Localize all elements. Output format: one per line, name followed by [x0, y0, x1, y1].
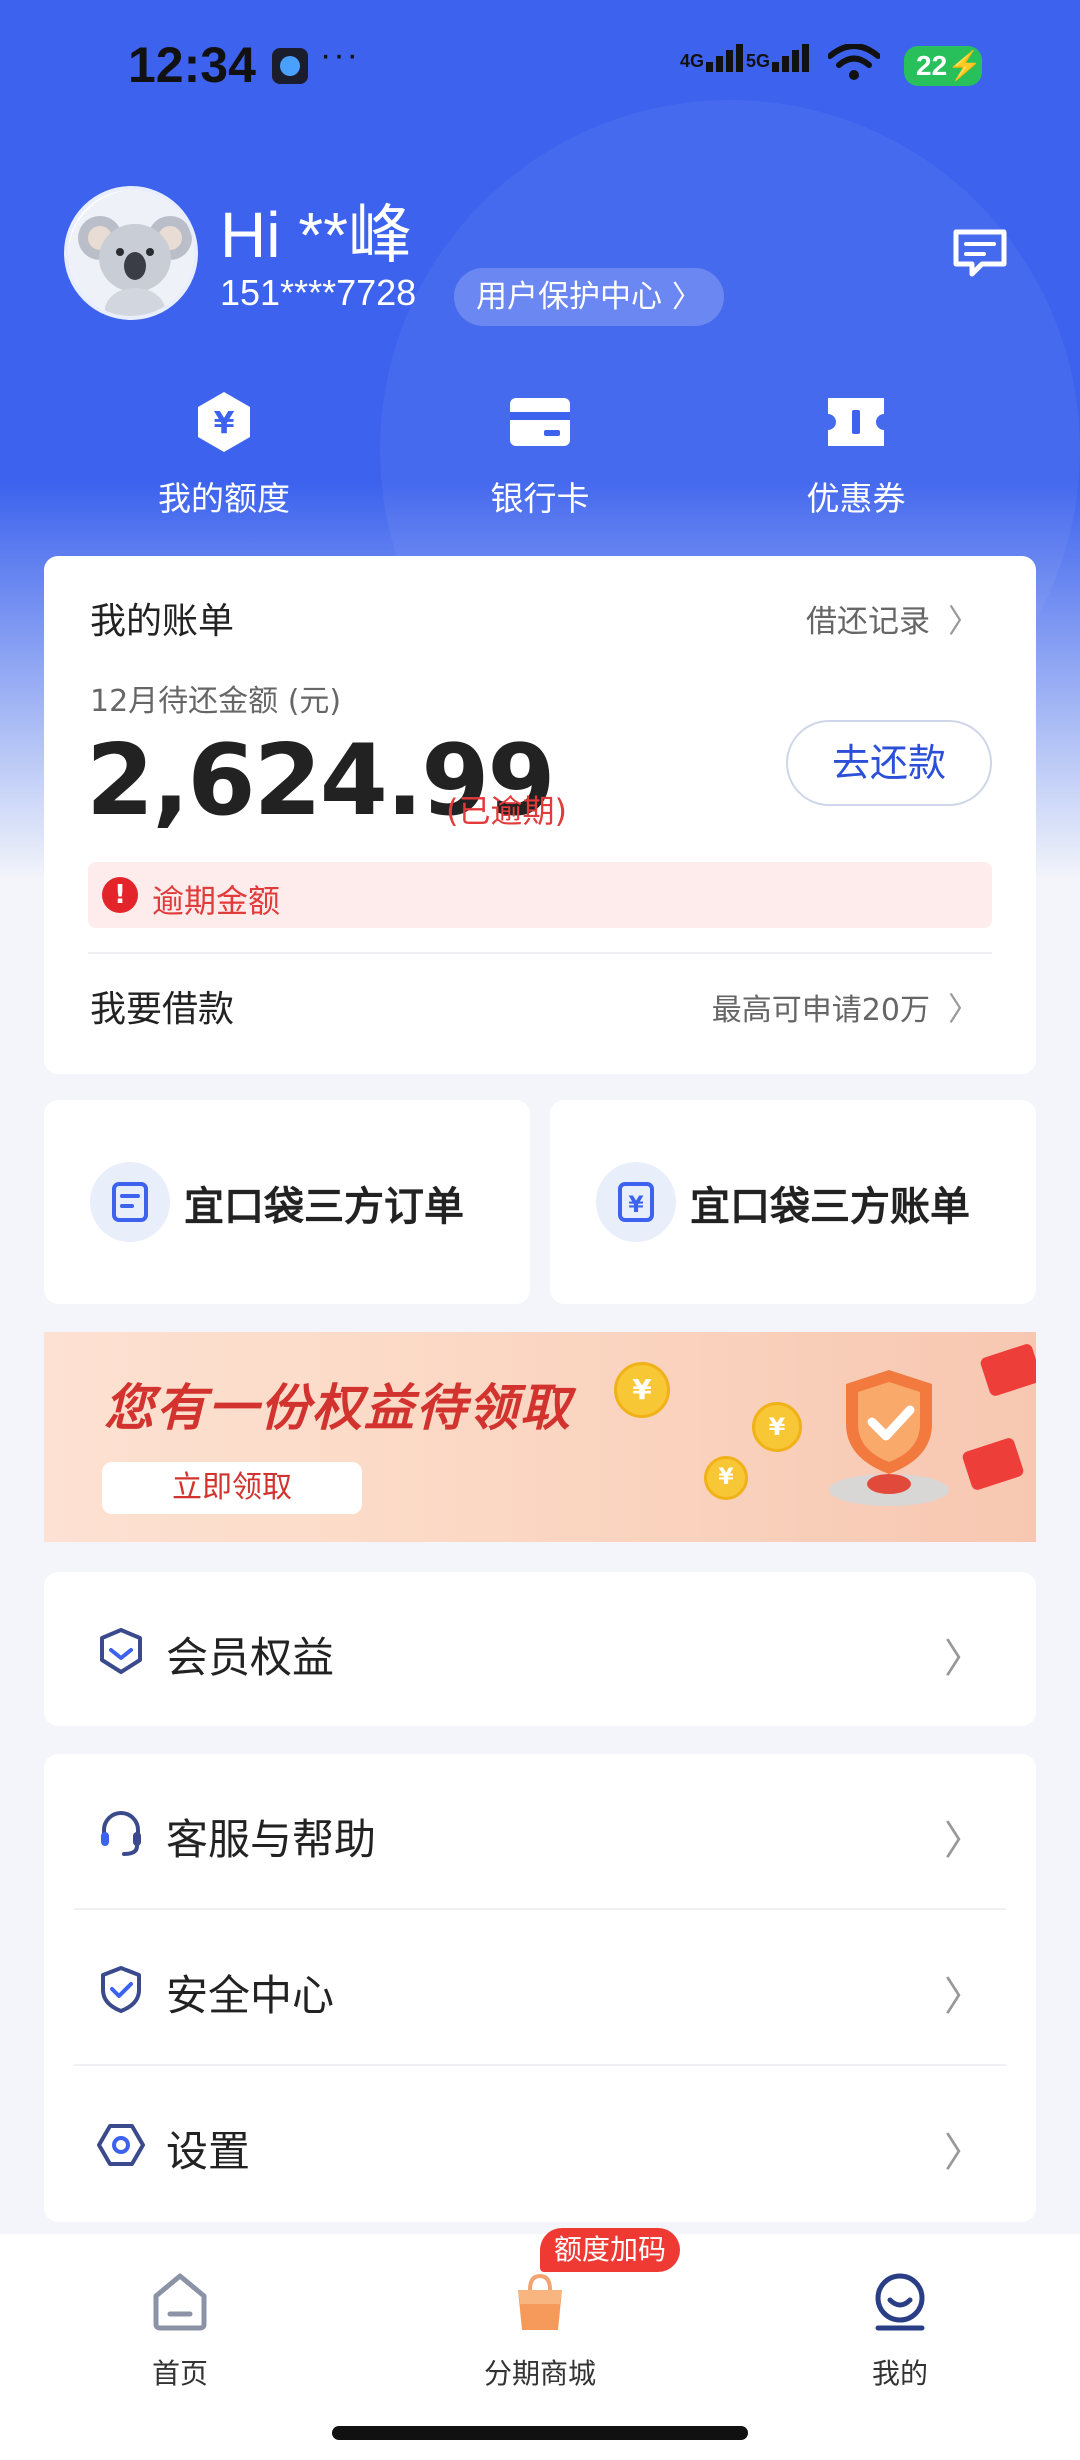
battery-level: 22 — [916, 50, 948, 81]
menu-item-membership[interactable]: 会员权益 〉 — [44, 1572, 1036, 1728]
protection-center-label: 用户保护中心 — [476, 279, 662, 315]
repay-button[interactable]: 去还款 — [786, 720, 992, 806]
promo-badge: 额度加码 — [540, 2228, 681, 2272]
settings-menu-card: 客服与帮助 〉 安全中心 〉 设置 〉 — [44, 1754, 1036, 2222]
alert-icon: ! — [102, 877, 138, 913]
network-type-label: 4G — [680, 51, 705, 71]
third-party-orders-card[interactable]: 宜口袋三方订单 — [44, 1100, 530, 1304]
profile-icon — [875, 2273, 925, 2331]
shield-gift-icon — [829, 1370, 949, 1506]
bank-card-icon — [510, 398, 570, 446]
overdue-status: (已逾期) — [446, 792, 567, 830]
menu-item-support[interactable]: 客服与帮助 〉 — [44, 1754, 1036, 1910]
quick-action-label: 银行卡 — [490, 479, 590, 518]
coin-icon: ¥ — [614, 1362, 670, 1418]
overdue-amount-label: 逾期金额 — [152, 882, 281, 920]
quick-action-credit-limit[interactable]: ¥ 我的额度 — [124, 390, 324, 520]
status-time: 12:34 — [128, 37, 256, 93]
menu-label: 设置 — [166, 2127, 251, 2176]
tab-home[interactable]: 首页 — [80, 2270, 280, 2392]
order-icon-wrap — [90, 1162, 170, 1242]
divider — [88, 952, 992, 954]
chevron-right-icon: 〉 — [944, 1974, 984, 2020]
home-indicator[interactable] — [332, 2426, 748, 2440]
third-party-bills-label: 宜口袋三方账单 — [690, 1184, 970, 1230]
greeting: Hi **峰 — [220, 199, 413, 271]
yuan-bill-icon: ¥ — [618, 1182, 654, 1222]
membership-icon — [100, 1628, 142, 1674]
record-link-label: 借还记录 — [805, 604, 930, 640]
claim-now-button[interactable]: 立即领取 — [102, 1462, 362, 1514]
more-notifications-icon: ··· — [320, 36, 360, 74]
benefit-banner[interactable]: 您有一份权益待领取 立即领取 ¥ ¥ ¥ — [44, 1332, 1036, 1542]
tab-installment-mall[interactable]: 分期商城 — [440, 2270, 640, 2392]
chevron-right-icon: 〉 — [944, 1636, 984, 1682]
bill-title: 我的账单 — [90, 601, 235, 642]
red-packet-icon — [979, 1342, 1036, 1398]
status-bar: 12:34 ··· 4G 5G 22⚡ — [0, 0, 1080, 130]
menu-label: 会员权益 — [166, 1633, 335, 1682]
menu-item-settings[interactable]: 设置 〉 — [44, 2066, 1036, 2222]
tab-label: 分期商城 — [483, 2357, 596, 2390]
membership-card: 会员权益 〉 — [44, 1572, 1036, 1726]
red-packet-icon — [961, 1436, 1025, 1492]
coin-icon: ¥ — [704, 1456, 748, 1500]
tab-label: 首页 — [151, 2357, 208, 2390]
borrow-link[interactable]: 最高可申请20万〉 — [712, 984, 980, 1030]
coin-icon: ¥ — [752, 1402, 802, 1452]
home-icon — [153, 2273, 207, 2331]
banner-title: 您有一份权益待领取 — [104, 1379, 572, 1437]
bill-card: 我的账单 借还记录〉 12月待还金额 (元) 2,624.99 (已逾期) 去还… — [44, 556, 1036, 1074]
bill-icon-wrap: ¥ — [596, 1162, 676, 1242]
browser-app-icon — [272, 48, 308, 84]
tab-mine[interactable]: 我的 — [800, 2270, 1000, 2392]
svg-text:¥: ¥ — [214, 406, 235, 441]
borrow-title[interactable]: 我要借款 — [90, 980, 234, 1032]
signal-4g-icon: 4G — [680, 44, 746, 72]
borrow-hint-label: 最高可申请20万 — [711, 993, 930, 1028]
headset-icon — [101, 1811, 141, 1856]
wifi-icon — [828, 44, 880, 80]
avatar[interactable] — [64, 186, 198, 320]
chevron-right-icon: 〉 — [947, 602, 980, 640]
phone-number: 151****7728 — [220, 272, 417, 313]
user-protection-center-link[interactable]: 用户保护中心〉 — [454, 268, 724, 326]
svg-text:¥: ¥ — [628, 1193, 644, 1218]
repayment-record-link[interactable]: 借还记录〉 — [806, 596, 980, 642]
third-party-bills-card[interactable]: ¥ 宜口袋三方账单 — [550, 1100, 1036, 1304]
menu-item-security[interactable]: 安全中心 〉 — [44, 1910, 1036, 2066]
menu-label: 客服与帮助 — [166, 1815, 377, 1864]
message-icon[interactable] — [952, 228, 1008, 278]
quick-action-bank-card[interactable]: 银行卡 — [440, 390, 640, 520]
signal-5g-icon: 5G — [746, 44, 812, 72]
shopping-bag-icon — [518, 2273, 562, 2330]
quick-action-label: 我的额度 — [158, 479, 290, 518]
chevron-right-icon: 〉 — [944, 2130, 984, 2176]
network-type-label: 5G — [746, 51, 771, 71]
chevron-right-icon: 〉 — [947, 990, 980, 1028]
settings-icon — [97, 2124, 145, 2166]
quick-action-label: 优惠券 — [806, 479, 906, 518]
bill-subtitle: 12月待还金额 (元) — [90, 684, 342, 719]
chevron-right-icon: 〉 — [672, 280, 702, 315]
battery-icon: 22⚡ — [904, 46, 982, 86]
credit-limit-icon: ¥ — [198, 392, 250, 452]
shield-icon — [101, 1966, 141, 2013]
tab-label: 我的 — [871, 2357, 928, 2390]
menu-label: 安全中心 — [166, 1971, 335, 2020]
third-party-orders-label: 宜口袋三方订单 — [184, 1184, 464, 1230]
quick-action-coupon[interactable]: 优惠券 — [756, 390, 956, 520]
chevron-right-icon: 〉 — [944, 1818, 984, 1864]
overdue-amount-bar[interactable]: ! 逾期金额 — [88, 862, 992, 928]
coupon-icon — [828, 398, 884, 446]
document-icon — [112, 1182, 148, 1222]
